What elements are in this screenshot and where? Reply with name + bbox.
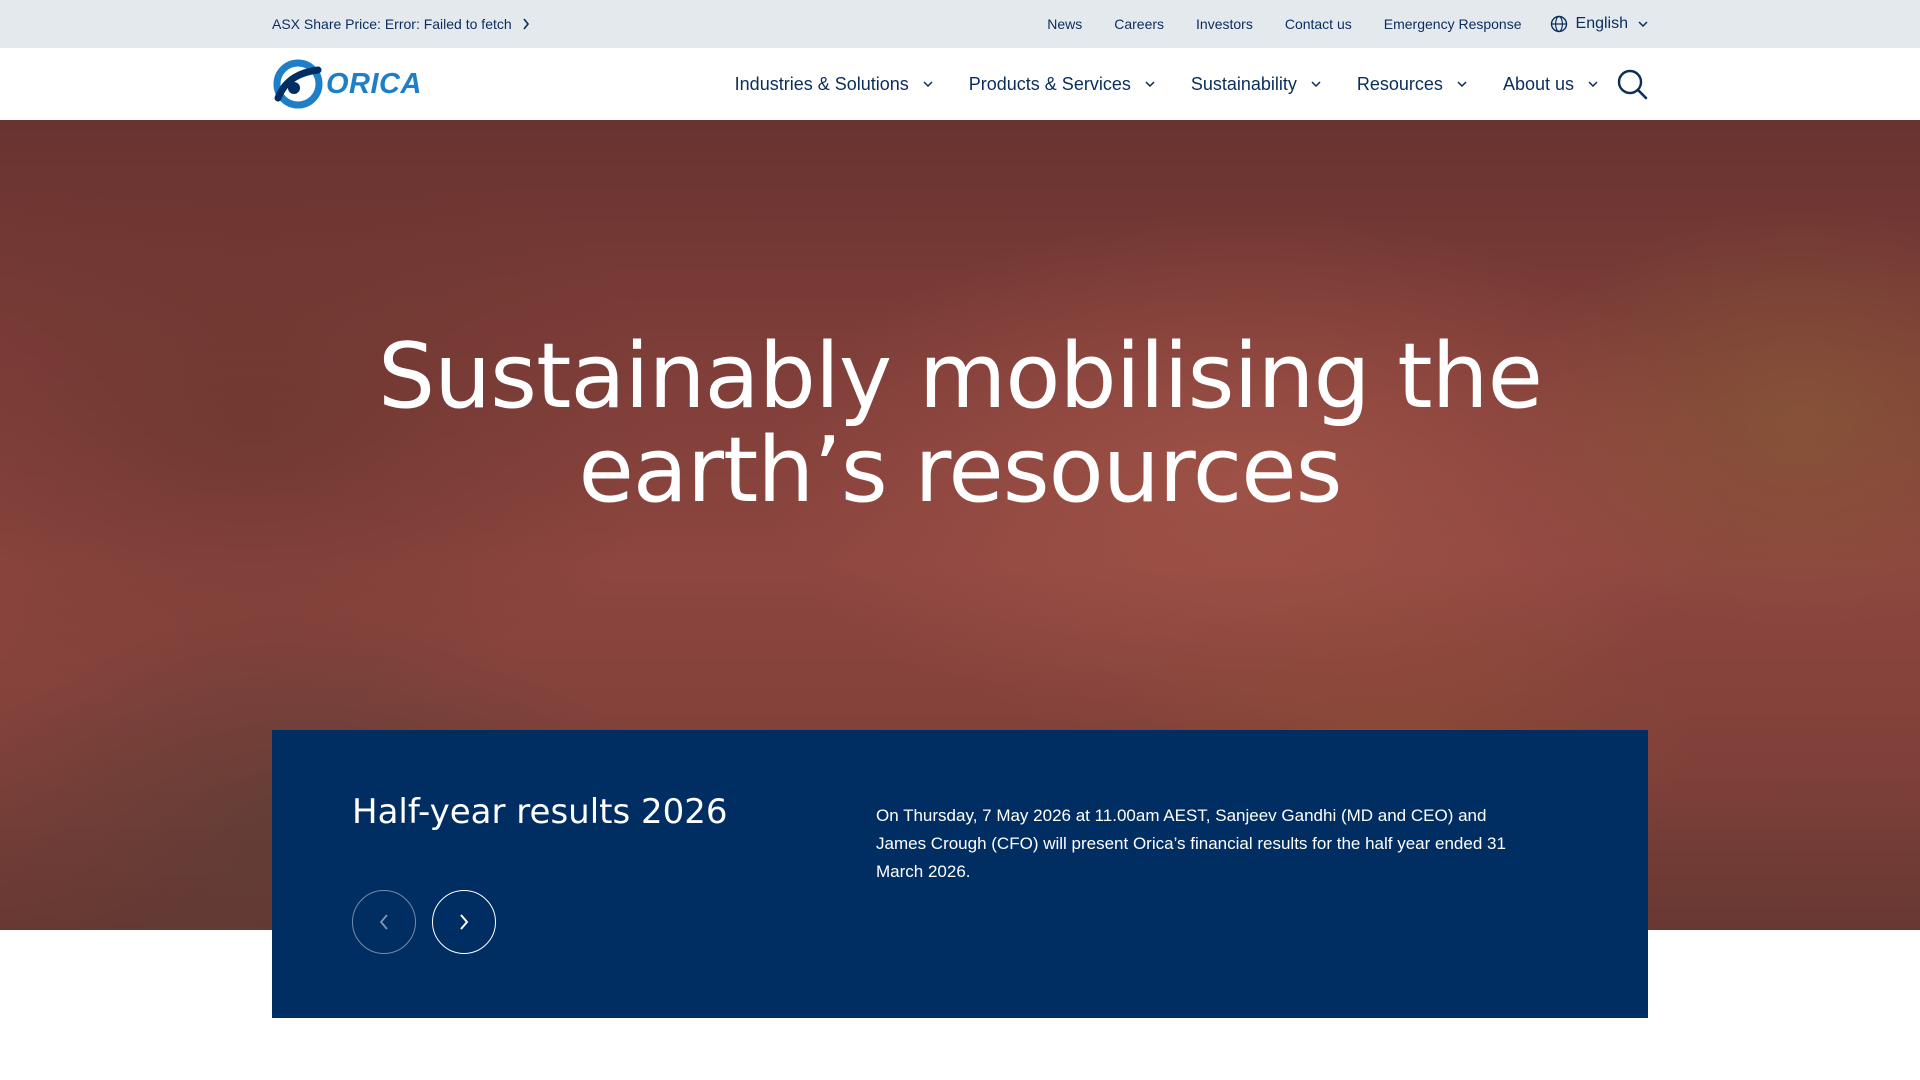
utility-bar: ASX Share Price: Error: Failed to fetch … <box>0 0 1920 48</box>
search-button[interactable] <box>1616 68 1648 100</box>
search-icon <box>1617 69 1648 100</box>
chevron-right-icon <box>460 914 469 930</box>
main-header: ORICA Industries & Solutions Products & … <box>0 48 1920 120</box>
chevron-down-icon <box>1638 21 1648 27</box>
chevron-down-icon <box>1588 81 1598 87</box>
nav-products-services[interactable]: Products & Services <box>969 74 1155 95</box>
chevron-right-icon <box>523 18 529 30</box>
hero-title: Sustainably mobilising the earth’s resou… <box>0 330 1920 518</box>
feature-title: Half-year results 2026 <box>352 792 728 832</box>
util-link-contact[interactable]: Contact us <box>1285 16 1352 32</box>
util-link-emergency[interactable]: Emergency Response <box>1384 16 1522 32</box>
hero-title-line-2: earth’s resources <box>578 418 1342 523</box>
feature-description: On Thursday, 7 May 2026 at 11.00am AEST,… <box>876 806 1506 881</box>
nav-about-us[interactable]: About us <box>1503 74 1598 95</box>
chevron-down-icon <box>923 81 933 87</box>
utility-links: News Careers Investors Contact us Emerge… <box>1015 0 1648 48</box>
nav-label: Sustainability <box>1190 73 1297 94</box>
nav-label: Industries & Solutions <box>734 73 909 94</box>
chevron-down-icon <box>1311 81 1321 87</box>
orica-logo[interactable]: ORICA <box>272 58 422 110</box>
share-price-text: ASX Share Price: Error: Failed to fetch <box>272 16 512 32</box>
chevron-down-icon <box>1457 81 1467 87</box>
util-link-careers[interactable]: Careers <box>1114 16 1164 32</box>
share-price-link[interactable]: ASX Share Price: Error: Failed to fetch <box>272 0 530 48</box>
nav-sustainability[interactable]: Sustainability <box>1191 74 1321 95</box>
chevron-down-icon <box>1145 81 1155 87</box>
language-selector[interactable]: English <box>1550 15 1648 33</box>
feature-card: Half-year results 2026 On Thursday, 7 Ma… <box>272 730 1648 1018</box>
util-link-investors[interactable]: Investors <box>1196 16 1253 32</box>
carousel-next-button[interactable] <box>432 890 496 954</box>
util-link-news[interactable]: News <box>1047 16 1082 32</box>
primary-nav: Industries & Solutions Products & Servic… <box>699 48 1598 120</box>
globe-icon <box>1550 15 1567 33</box>
logo-wordmark: ORICA <box>326 67 422 100</box>
orica-mark-icon <box>273 59 323 109</box>
nav-industries-solutions[interactable]: Industries & Solutions <box>735 74 933 95</box>
nav-label: Products & Services <box>968 73 1131 94</box>
chevron-left-icon <box>379 914 388 930</box>
carousel-prev-button[interactable] <box>352 890 416 954</box>
nav-label: Resources <box>1356 73 1443 94</box>
hero-title-line-1: Sustainably mobilising the <box>378 324 1543 429</box>
nav-resources[interactable]: Resources <box>1357 74 1467 95</box>
nav-label: About us <box>1502 73 1574 94</box>
language-label: English <box>1575 15 1628 32</box>
